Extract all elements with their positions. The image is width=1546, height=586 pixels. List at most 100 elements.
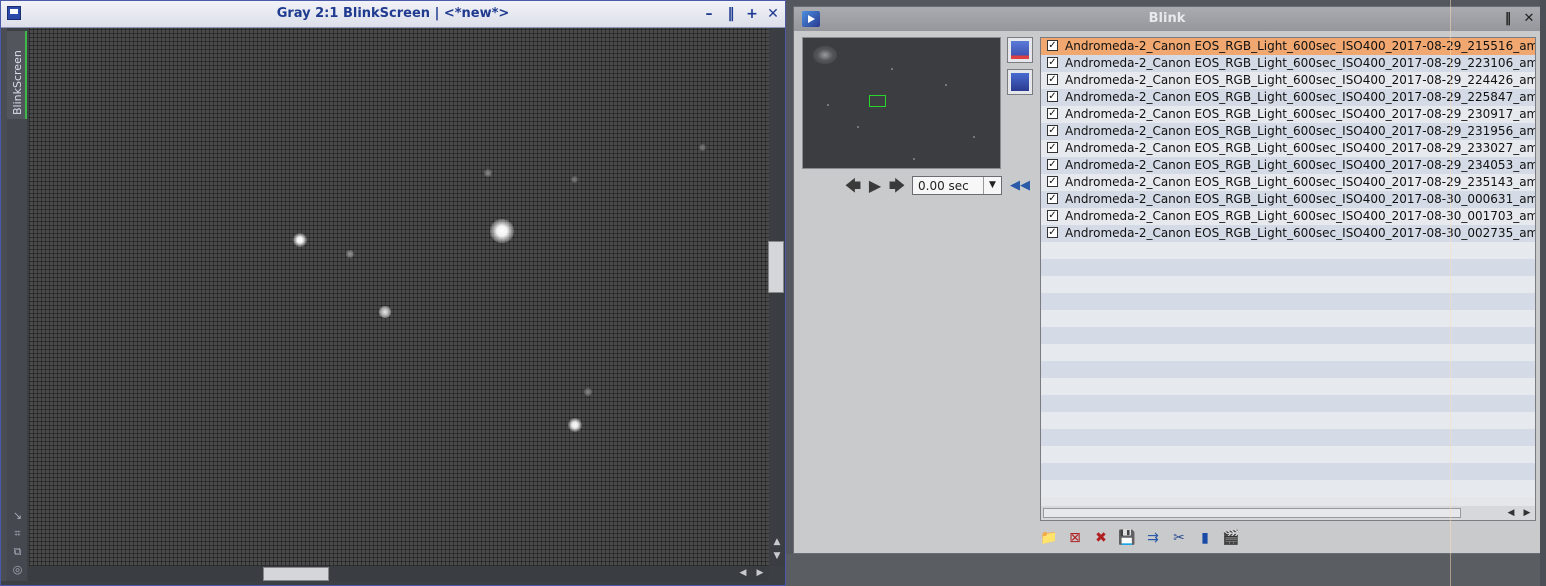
- empty-row: [1041, 361, 1535, 378]
- vertical-scroll-thumb[interactable]: [768, 241, 784, 293]
- scroll-right-icon[interactable]: ▶: [754, 567, 766, 579]
- file-name: Andromeda-2_Canon EOS_RGB_Light_600sec_I…: [1065, 226, 1536, 240]
- movie-icon[interactable]: 🎬: [1222, 529, 1240, 547]
- shade-button[interactable]: ‖: [723, 6, 739, 22]
- list-scroll-thumb[interactable]: [1043, 508, 1461, 518]
- close-selected-icon[interactable]: ⊠: [1066, 529, 1084, 547]
- horizontal-scrollbar[interactable]: ◀ ▶: [29, 566, 769, 581]
- empty-row: [1041, 242, 1535, 259]
- empty-row: [1041, 259, 1535, 276]
- file-list-row[interactable]: ✓ Andromeda-2_Canon EOS_RGB_Light_600sec_…: [1041, 72, 1535, 89]
- arrow-left-icon[interactable]: 🡄: [844, 177, 862, 195]
- scroll-up-icon[interactable]: ▲: [771, 536, 783, 548]
- scroll-right-icon[interactable]: ▶: [1521, 507, 1533, 519]
- empty-row: [1041, 463, 1535, 480]
- file-list-row[interactable]: ✓ Andromeda-2_Canon EOS_RGB_Light_600sec_…: [1041, 106, 1535, 123]
- galaxy-blob: [813, 46, 837, 64]
- file-name: Andromeda-2_Canon EOS_RGB_Light_600sec_I…: [1065, 158, 1536, 172]
- empty-row: [1041, 293, 1535, 310]
- blink-close-button[interactable]: ✕: [1521, 11, 1537, 27]
- file-list-row[interactable]: ✓ Andromeda-2_Canon EOS_RGB_Light_600sec_…: [1041, 123, 1535, 140]
- file-list-row[interactable]: ✓ Andromeda-2_Canon EOS_RGB_Light_600sec_…: [1041, 55, 1535, 72]
- file-name: Andromeda-2_Canon EOS_RGB_Light_600sec_I…: [1065, 141, 1536, 155]
- blink-titlebar[interactable]: Blink ‖ ✕: [794, 7, 1540, 31]
- row-checkbox[interactable]: ✓: [1047, 142, 1058, 153]
- file-list-row[interactable]: ✓ Andromeda-2_Canon EOS_RGB_Light_600sec_…: [1041, 140, 1535, 157]
- rewind-icon[interactable]: ◀◀: [1010, 177, 1030, 195]
- star: [913, 158, 915, 160]
- empty-row: [1041, 327, 1535, 344]
- empty-row: [1041, 480, 1535, 497]
- blink-title: Blink: [1148, 11, 1186, 26]
- row-checkbox[interactable]: ✓: [1047, 159, 1058, 170]
- star: [973, 136, 975, 138]
- preview-thumbnail[interactable]: [802, 37, 1001, 169]
- workspace-background: [786, 554, 1546, 586]
- file-list-row[interactable]: ✓ Andromeda-2_Canon EOS_RGB_Light_600sec_…: [1041, 89, 1535, 106]
- statistics-icon[interactable]: ▮: [1196, 529, 1214, 547]
- play-icon[interactable]: ▶: [866, 177, 884, 195]
- minimize-button[interactable]: –: [701, 6, 717, 22]
- move-icon[interactable]: ⇉: [1144, 529, 1162, 547]
- row-checkbox[interactable]: ✓: [1047, 74, 1058, 85]
- crop-icon[interactable]: ✂: [1170, 529, 1188, 547]
- empty-row: [1041, 344, 1535, 361]
- blink-shade-button[interactable]: ‖: [1500, 11, 1516, 27]
- blinkscreen-view-tab[interactable]: BlinkScreen: [7, 31, 27, 119]
- row-checkbox[interactable]: ✓: [1047, 40, 1058, 51]
- file-name: Andromeda-2_Canon EOS_RGB_Light_600sec_I…: [1065, 90, 1536, 104]
- file-list[interactable]: ✓ Andromeda-2_Canon EOS_RGB_Light_600sec_…: [1040, 37, 1536, 521]
- star: [490, 219, 514, 243]
- blink-window: Blink ‖ ✕ 🡄 ▶ 🡆 0.00 sec ▼ ◀◀ ✓ Andromeda…: [793, 6, 1541, 554]
- star: [827, 104, 829, 106]
- auto-stf-button[interactable]: [1007, 69, 1033, 95]
- arrow-right-icon[interactable]: 🡆: [888, 177, 906, 195]
- image-canvas[interactable]: [29, 28, 769, 566]
- scroll-left-icon[interactable]: ◀: [737, 567, 749, 579]
- file-list-row[interactable]: ✓ Andromeda-2_Canon EOS_RGB_Light_600sec_…: [1041, 225, 1535, 242]
- close-button[interactable]: ✕: [765, 6, 781, 22]
- resize-arrow-icon[interactable]: ↘: [11, 509, 24, 522]
- view-target-icon[interactable]: ◎: [11, 563, 24, 576]
- folder-icon[interactable]: 📁: [1040, 529, 1058, 547]
- image-window-titlebar[interactable]: Gray 2:1 BlinkScreen | <*new*> – ‖ + ✕: [1, 1, 785, 28]
- list-horizontal-scrollbar[interactable]: ◀ ▶: [1041, 506, 1535, 520]
- file-name: Andromeda-2_Canon EOS_RGB_Light_600sec_I…: [1065, 209, 1536, 223]
- row-checkbox[interactable]: ✓: [1047, 91, 1058, 102]
- close-unselected-icon[interactable]: ✖: [1092, 529, 1110, 547]
- histogram-icon: [1011, 41, 1029, 59]
- file-list-row[interactable]: ✓ Andromeda-2_Canon EOS_RGB_Light_600sec_…: [1041, 191, 1535, 208]
- row-checkbox[interactable]: ✓: [1047, 57, 1058, 68]
- scroll-down-icon[interactable]: ▼: [771, 550, 783, 562]
- fit-view-icon[interactable]: ⌗: [11, 527, 24, 540]
- star: [571, 176, 578, 183]
- delay-select[interactable]: 0.00 sec ▼: [912, 176, 1002, 195]
- row-checkbox[interactable]: ✓: [1047, 193, 1058, 204]
- star: [379, 306, 391, 318]
- file-list-row[interactable]: ✓ Andromeda-2_Canon EOS_RGB_Light_600sec_…: [1041, 157, 1535, 174]
- maximize-button[interactable]: +: [744, 6, 760, 22]
- row-checkbox[interactable]: ✓: [1047, 125, 1058, 136]
- empty-row: [1041, 395, 1535, 412]
- file-list-row[interactable]: ✓ Andromeda-2_Canon EOS_RGB_Light_600sec_…: [1041, 38, 1535, 55]
- empty-row: [1041, 429, 1535, 446]
- histogram-stf-button[interactable]: [1007, 37, 1033, 63]
- guide-line: [1450, 0, 1451, 586]
- star: [584, 388, 592, 396]
- row-checkbox[interactable]: ✓: [1047, 176, 1058, 187]
- clone-view-icon[interactable]: ⧉: [11, 545, 24, 558]
- file-list-row[interactable]: ✓ Andromeda-2_Canon EOS_RGB_Light_600sec_…: [1041, 208, 1535, 225]
- save-icon[interactable]: 💾: [1118, 529, 1136, 547]
- row-checkbox[interactable]: ✓: [1047, 227, 1058, 238]
- horizontal-scroll-thumb[interactable]: [263, 567, 329, 581]
- star: [346, 250, 354, 258]
- vertical-scrollbar[interactable]: ▲ ▼: [769, 28, 785, 566]
- row-checkbox[interactable]: ✓: [1047, 108, 1058, 119]
- view-tools-column: ↘ ⌗ ⧉ ◎: [7, 119, 27, 581]
- file-list-row[interactable]: ✓ Andromeda-2_Canon EOS_RGB_Light_600sec_…: [1041, 174, 1535, 191]
- chevron-down-icon[interactable]: ▼: [983, 177, 1001, 194]
- star: [568, 418, 582, 432]
- preview-viewport-rect[interactable]: [869, 95, 886, 107]
- scroll-left-icon[interactable]: ◀: [1505, 507, 1517, 519]
- row-checkbox[interactable]: ✓: [1047, 210, 1058, 221]
